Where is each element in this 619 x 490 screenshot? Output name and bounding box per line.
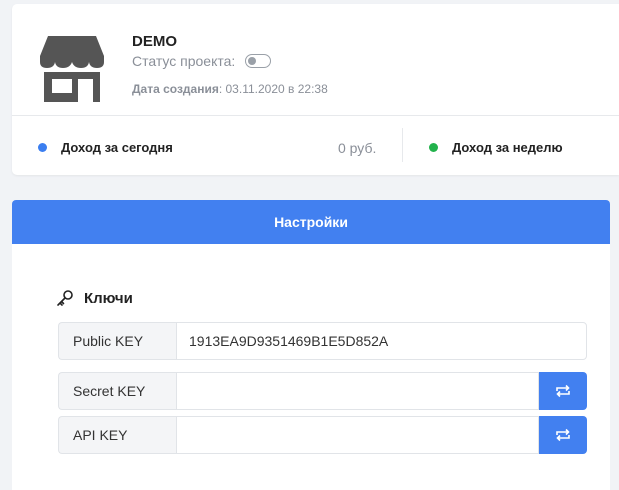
secret-key-row: Secret KEY — [58, 372, 587, 410]
status-row: Статус проекта: — [132, 53, 272, 69]
keys-title: Ключи — [84, 289, 133, 307]
tab-settings[interactable]: Настройки — [12, 200, 610, 244]
refresh-arrows-icon — [556, 384, 570, 398]
income-today-value: 0 руб. — [338, 140, 377, 156]
regenerate-secret-key-button[interactable] — [539, 372, 587, 410]
keys-section-title: Ключи — [56, 289, 133, 307]
public-key-row: Public KEY — [58, 322, 587, 360]
public-key-field[interactable] — [176, 322, 587, 360]
secret-key-label: Secret KEY — [58, 372, 176, 410]
income-today-dot — [38, 143, 47, 152]
secret-key-field[interactable] — [176, 372, 539, 410]
income-week-dot — [429, 143, 438, 152]
toggle-knob — [248, 56, 257, 65]
status-toggle[interactable] — [245, 54, 272, 68]
refresh-arrows-icon — [556, 428, 570, 442]
income-today-label: Доход за сегодня — [61, 140, 173, 155]
api-key-row: API KEY — [58, 416, 587, 454]
public-key-label: Public KEY — [58, 322, 176, 360]
divider — [12, 115, 619, 116]
project-name: DEMO — [132, 33, 177, 50]
created-value: : 03.11.2020 в 22:38 — [218, 82, 328, 96]
api-key-label: API KEY — [58, 416, 176, 454]
store-icon — [40, 36, 104, 102]
tab-settings-label: Настройки — [274, 214, 348, 230]
income-week-label: Доход за неделю — [452, 140, 563, 155]
key-icon — [57, 290, 73, 306]
regenerate-api-key-button[interactable] — [539, 416, 587, 454]
api-key-field[interactable] — [176, 416, 539, 454]
created-date: Дата создания: 03.11.2020 в 22:38 — [132, 82, 328, 96]
settings-card: Настройки Ключи Public KEY Secret KEY AP… — [12, 200, 610, 490]
income-divider — [402, 128, 403, 162]
project-card: DEMO Статус проекта: Дата создания: 03.1… — [12, 4, 619, 175]
created-label: Дата создания — [132, 82, 219, 96]
status-label: Статус проекта: — [132, 53, 236, 69]
